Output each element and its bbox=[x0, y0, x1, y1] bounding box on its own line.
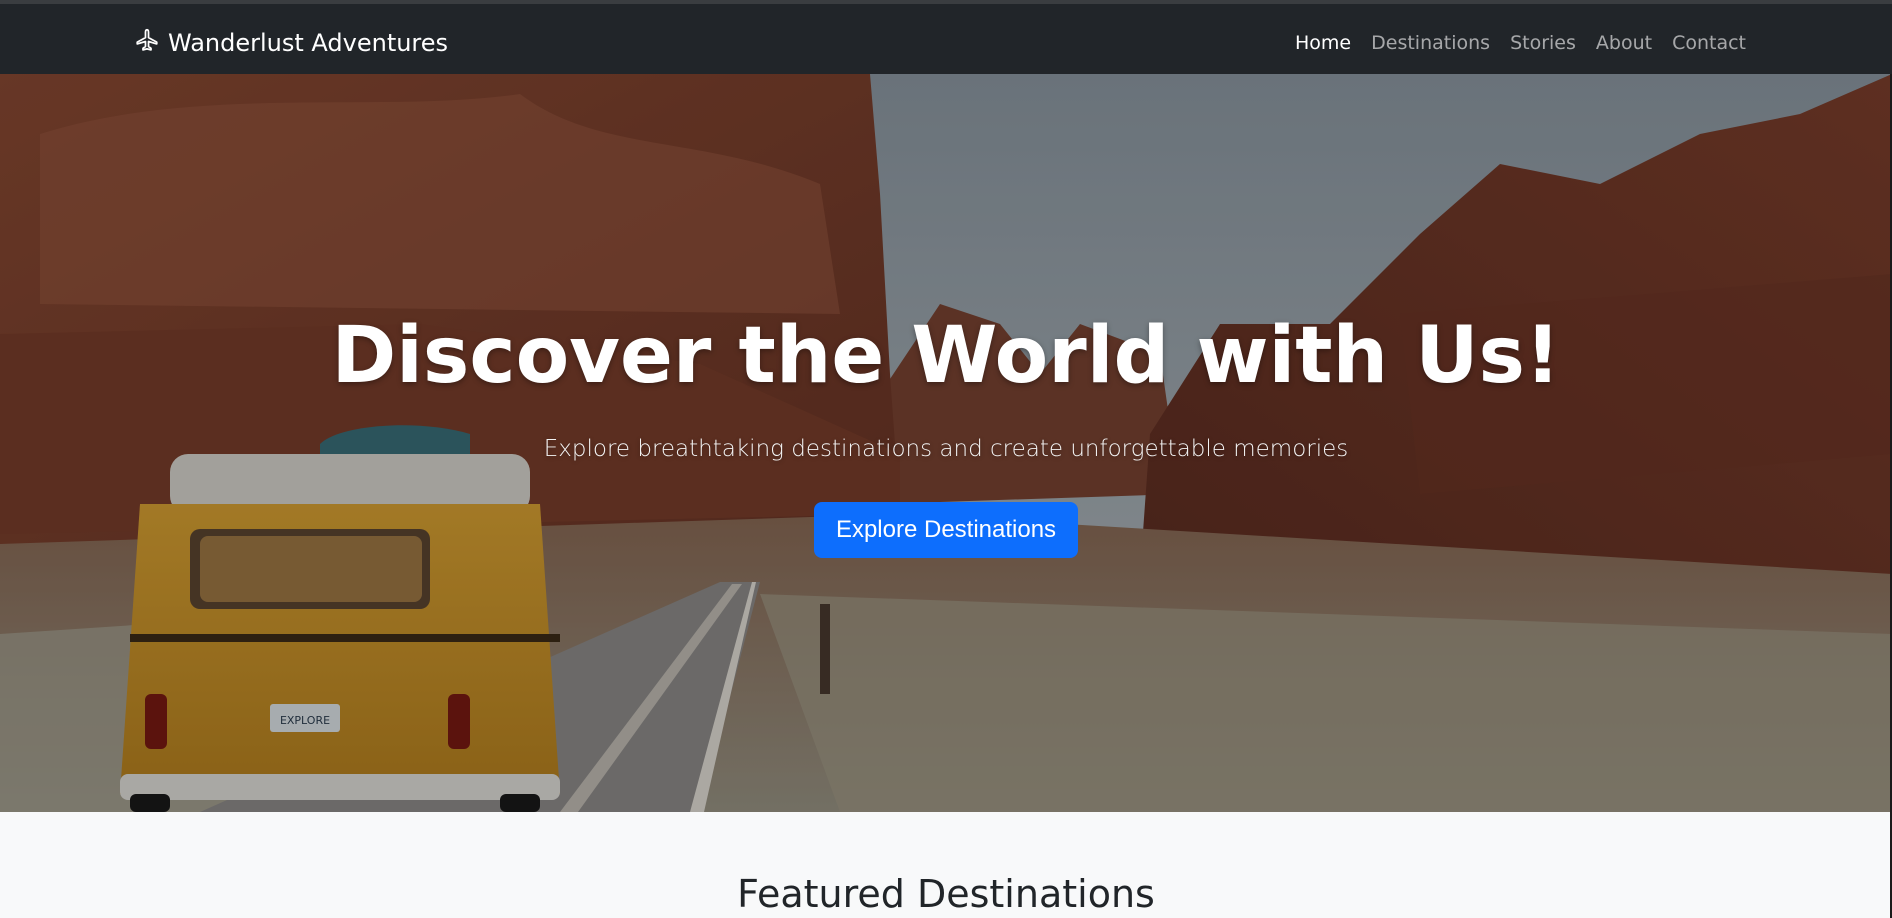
hero-title: Discover the World with Us! bbox=[331, 311, 1561, 401]
hero-section: EXPLORE Discover the World with Us! Expl… bbox=[0, 74, 1892, 812]
brand-name: Wanderlust Adventures bbox=[168, 29, 449, 57]
hero-content: Discover the World with Us! Explore brea… bbox=[0, 311, 1892, 558]
hero-subtitle: Explore breathtaking destinations and cr… bbox=[543, 435, 1349, 462]
airplane-icon bbox=[134, 27, 160, 59]
nav-link-home[interactable]: Home bbox=[1295, 32, 1351, 54]
explore-destinations-button[interactable]: Explore Destinations bbox=[813, 501, 1079, 558]
nav-link-about[interactable]: About bbox=[1596, 32, 1652, 54]
nav-link-destinations[interactable]: Destinations bbox=[1371, 32, 1490, 54]
featured-destinations-heading: Featured Destinations bbox=[737, 872, 1155, 916]
nav-links: Home Destinations Stories About Contact bbox=[1295, 26, 1746, 60]
nav-link-contact[interactable]: Contact bbox=[1672, 32, 1746, 54]
nav-link-stories[interactable]: Stories bbox=[1510, 32, 1576, 54]
brand-link[interactable]: Wanderlust Adventures bbox=[134, 26, 448, 60]
top-navbar: Wanderlust Adventures Home Destinations … bbox=[0, 0, 1892, 74]
